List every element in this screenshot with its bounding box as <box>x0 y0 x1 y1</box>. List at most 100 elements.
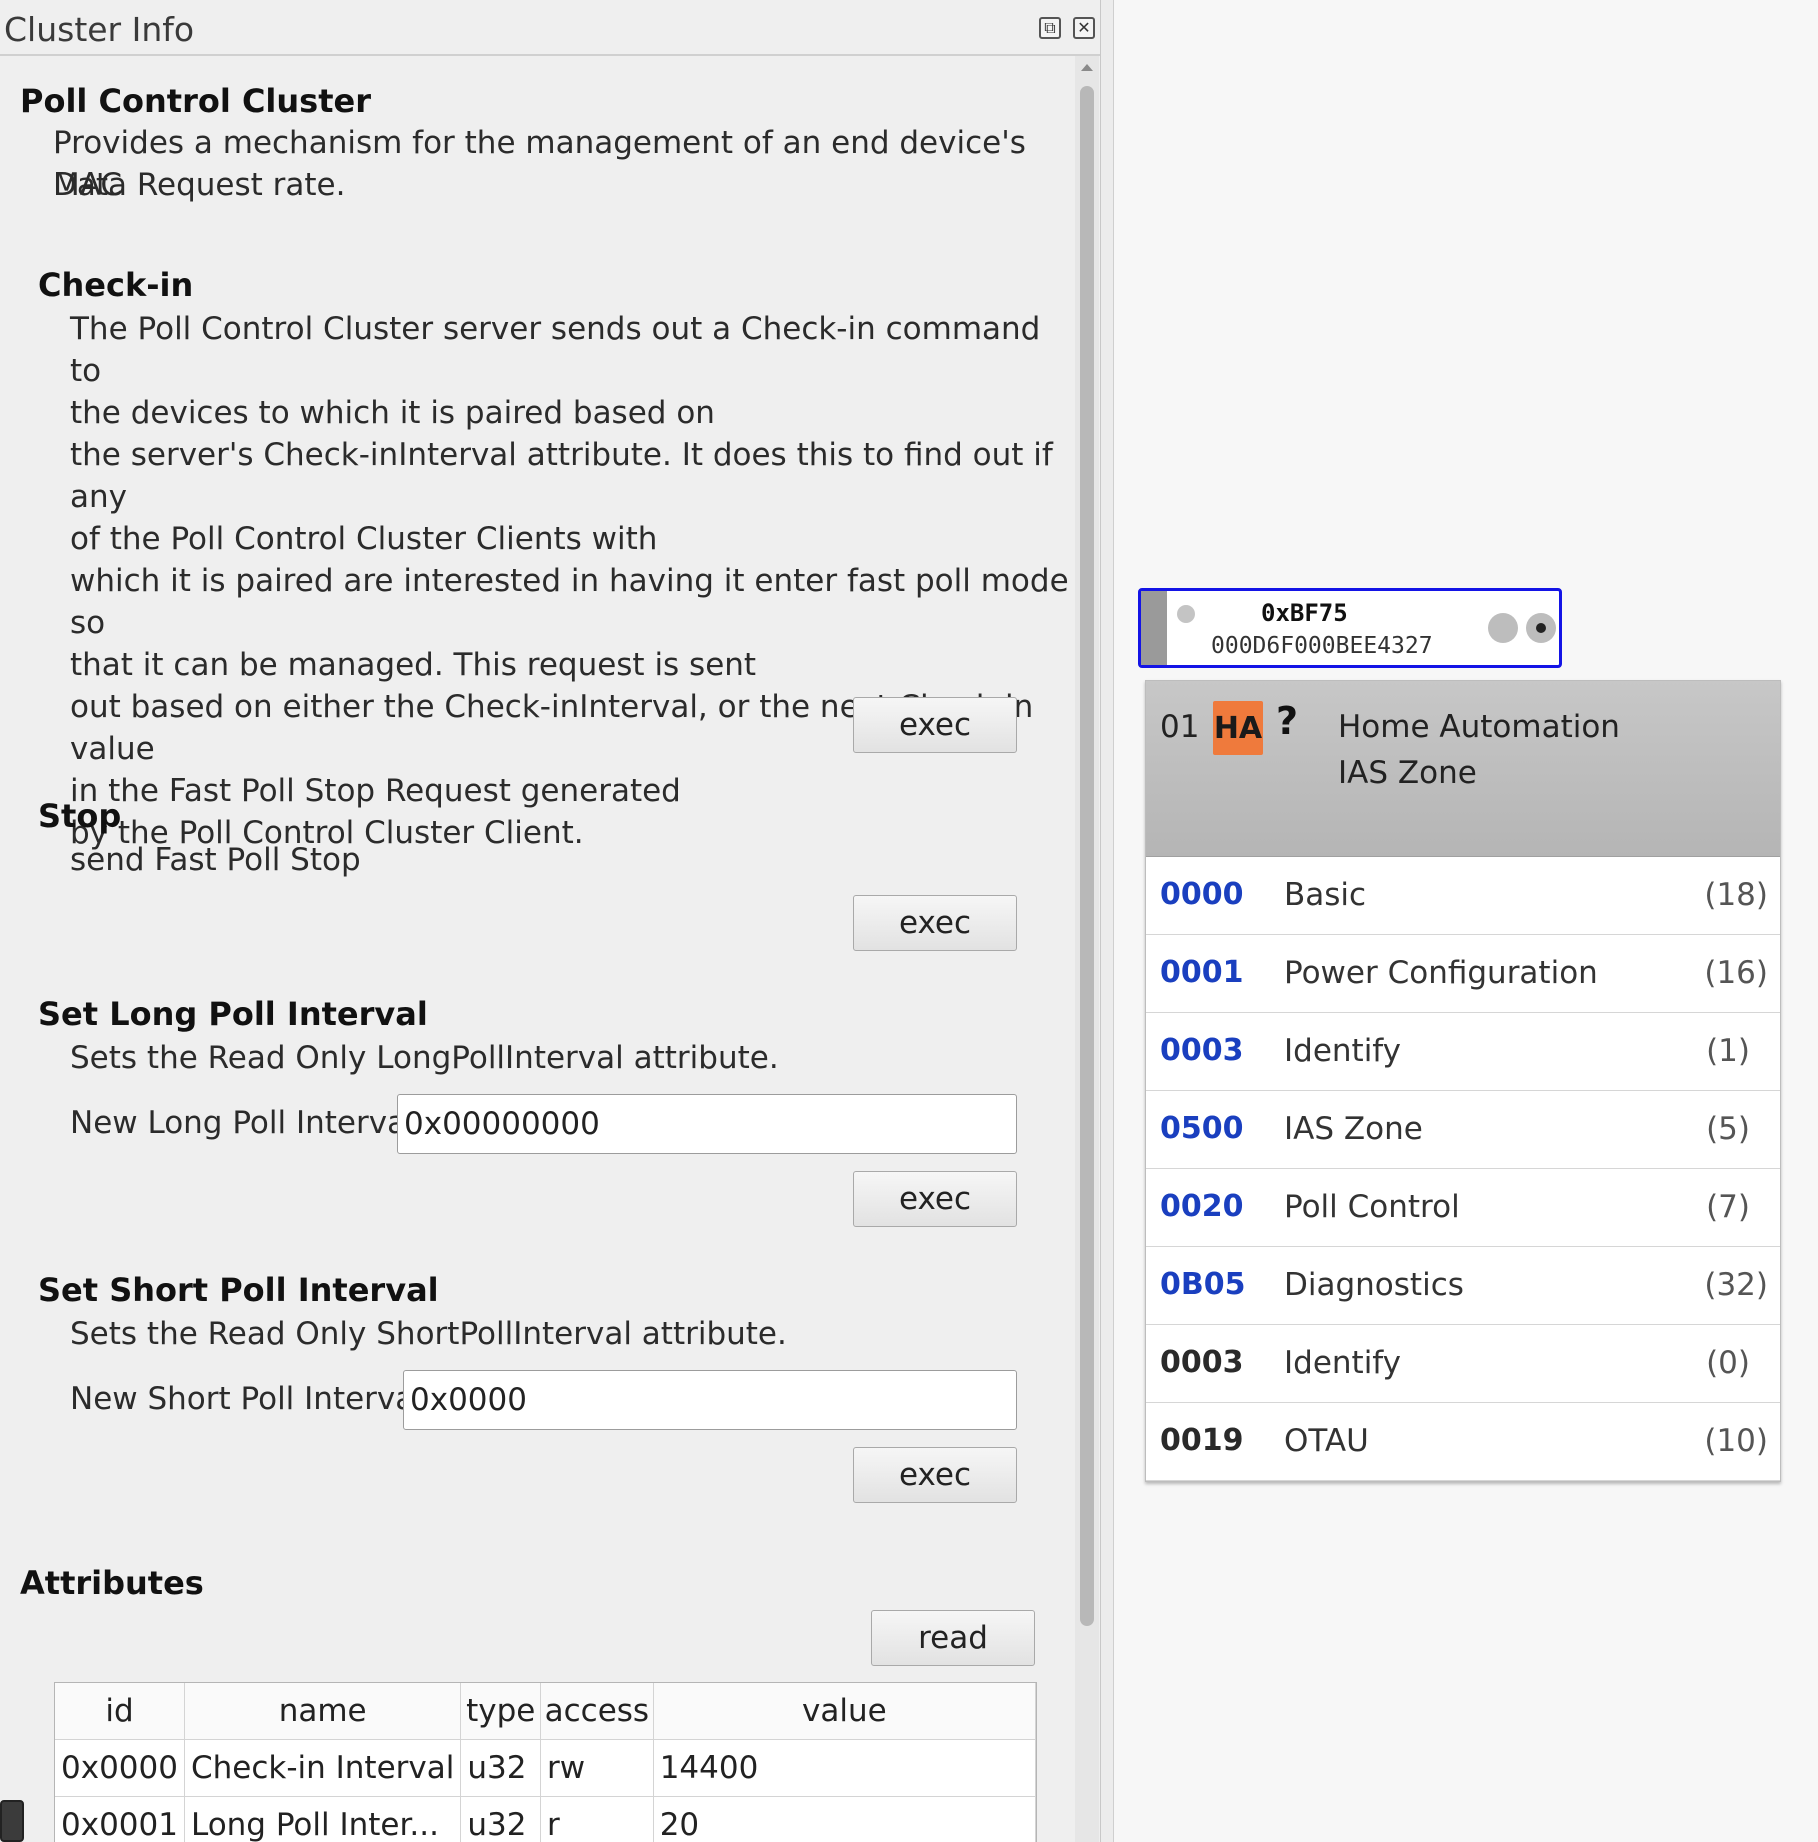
cell-access: r <box>540 1796 654 1842</box>
table-row[interactable]: 0x0000 Check-in Interval u32 rw 14400 <box>55 1739 1036 1797</box>
set-short-poll-exec-button[interactable]: exec <box>853 1447 1017 1503</box>
column-header-id[interactable]: id <box>55 1683 185 1740</box>
scroll-up-icon[interactable] <box>1081 64 1093 71</box>
endpoint-profile-name: Home Automation <box>1338 709 1620 745</box>
cluster-attribute-count: (7) <box>1706 1189 1750 1225</box>
ha-profile-icon: HA <box>1213 701 1263 755</box>
command-title-checkin: Check-in <box>38 266 194 304</box>
cluster-name: IAS Zone <box>1284 1111 1423 1147</box>
checkin-line: that it can be managed. This request is … <box>70 647 757 683</box>
cluster-attribute-count: (16) <box>1704 955 1768 991</box>
cluster-id: 0003 <box>1160 1345 1244 1380</box>
cell-value: 20 <box>653 1796 1036 1842</box>
checkin-exec-button[interactable]: exec <box>853 697 1017 753</box>
cell-name: Long Poll Inter... <box>184 1796 462 1842</box>
endpoint-number: 01 <box>1160 709 1200 745</box>
endpoint-device-name: IAS Zone <box>1338 755 1477 791</box>
cluster-name: Basic <box>1284 877 1367 913</box>
cluster-info-panel: Cluster Info ⧉ ✕ Poll Control Cluster Pr… <box>0 0 1101 1842</box>
cell-id: 0x0001 <box>55 1796 185 1842</box>
cluster-row-otau[interactable]: 0019 OTAU (10) <box>1146 1403 1780 1481</box>
cluster-name: Diagnostics <box>1284 1267 1464 1303</box>
cluster-row-ias-zone[interactable]: 0500 IAS Zone (5) <box>1146 1091 1780 1169</box>
stop-exec-button[interactable]: exec <box>853 895 1017 951</box>
cluster-attribute-count: (0) <box>1706 1345 1750 1381</box>
close-window-icon[interactable]: ✕ <box>1073 17 1095 39</box>
checkin-line: the devices to which it is paired based … <box>70 395 715 431</box>
cluster-row-basic[interactable]: 0000 Basic (18) <box>1146 857 1780 935</box>
cell-type: u32 <box>460 1739 542 1797</box>
set-long-poll-exec-button[interactable]: exec <box>853 1171 1017 1227</box>
unknown-device-icon: ? <box>1276 699 1299 743</box>
table-header-row: id name type access value <box>55 1683 1036 1740</box>
short-poll-interval-input[interactable] <box>403 1370 1017 1430</box>
column-header-value[interactable]: value <box>653 1683 1036 1740</box>
cell-id: 0x0000 <box>55 1739 185 1797</box>
taskbar-stub <box>0 1800 24 1842</box>
cluster-row-power-configuration[interactable]: 0001 Power Configuration (16) <box>1146 935 1780 1013</box>
cluster-attribute-count: (32) <box>1704 1267 1768 1303</box>
checkin-line: which it is paired are interested in hav… <box>70 563 1069 641</box>
cell-value: 14400 <box>653 1739 1036 1797</box>
cluster-attribute-count: (10) <box>1704 1423 1768 1459</box>
cluster-attribute-count: (1) <box>1706 1033 1750 1069</box>
cluster-id: 0001 <box>1160 955 1244 990</box>
long-poll-interval-label: New Long Poll Interval <box>70 1105 415 1141</box>
attributes-title: Attributes <box>20 1564 204 1602</box>
checkin-line: The Poll Control Cluster server sends ou… <box>70 311 1041 389</box>
command-description-set-long-poll: Sets the Read Only LongPollInterval attr… <box>70 1040 779 1076</box>
command-title-set-long-poll: Set Long Poll Interval <box>38 995 428 1033</box>
cluster-name: Poll Control <box>1284 1189 1460 1225</box>
cluster-info-content: Poll Control Cluster Provides a mechanis… <box>0 56 1075 1842</box>
cluster-row-identify-client[interactable]: 0003 Identify (0) <box>1146 1325 1780 1403</box>
node-graph-view[interactable]: 0xBF75 000D6F000BEE4327 01 HA ? Home Aut… <box>1113 0 1818 1842</box>
cluster-row-identify[interactable]: 0003 Identify (1) <box>1146 1013 1780 1091</box>
short-poll-interval-label: New Short Poll Interval <box>70 1381 423 1417</box>
command-description-stop: send Fast Poll Stop <box>70 842 361 878</box>
command-title-stop: Stop <box>38 797 122 835</box>
cluster-attribute-count: (18) <box>1704 877 1768 913</box>
cluster-description-line-2: Data Request rate. <box>53 167 346 203</box>
cluster-row-diagnostics[interactable]: 0B05 Diagnostics (32) <box>1146 1247 1780 1325</box>
node-socket-icon[interactable] <box>1488 613 1518 643</box>
column-header-name[interactable]: name <box>184 1683 462 1740</box>
attributes-table[interactable]: id name type access value 0x0000 Check-i… <box>54 1682 1037 1842</box>
cluster-name: Identify <box>1284 1345 1402 1381</box>
command-description-checkin: The Poll Control Cluster server sends ou… <box>70 308 1075 854</box>
panel-scroll-thumb[interactable] <box>1080 86 1094 1626</box>
cluster-id: 0019 <box>1160 1423 1244 1458</box>
cell-name: Check-in Interval <box>184 1739 462 1797</box>
node-network-address: 0xBF75 <box>1261 599 1348 627</box>
cluster-id: 0B05 <box>1160 1267 1246 1302</box>
cluster-title: Poll Control Cluster <box>20 82 371 120</box>
cluster-id: 0020 <box>1160 1189 1244 1224</box>
cluster-row-poll-control[interactable]: 0020 Poll Control (7) <box>1146 1169 1780 1247</box>
node-widget[interactable]: 0xBF75 000D6F000BEE4327 <box>1138 588 1562 668</box>
cluster-name: OTAU <box>1284 1423 1369 1459</box>
cell-type: u32 <box>460 1796 542 1842</box>
panel-scrollbar[interactable] <box>1075 56 1099 1842</box>
dock-title: Cluster Info <box>4 10 195 49</box>
column-header-access[interactable]: access <box>540 1683 654 1740</box>
node-socket-active-icon[interactable] <box>1526 613 1556 643</box>
endpoint-header[interactable]: 01 HA ? Home Automation IAS Zone <box>1146 681 1780 857</box>
cluster-id: 0003 <box>1160 1033 1244 1068</box>
checkin-line: of the Poll Control Cluster Clients with <box>70 521 658 557</box>
cluster-id: 0500 <box>1160 1111 1244 1146</box>
endpoint-panel: 01 HA ? Home Automation IAS Zone 0000 Ba… <box>1145 680 1781 1482</box>
checkin-line: the server's Check-inInterval attribute.… <box>70 437 1053 515</box>
node-extended-address: 000D6F000BEE4327 <box>1211 633 1433 659</box>
node-drag-handle[interactable] <box>1141 591 1167 665</box>
checkin-line: in the Fast Poll Stop Request generated <box>70 773 681 809</box>
command-title-set-short-poll: Set Short Poll Interval <box>38 1271 439 1309</box>
command-description-set-short-poll: Sets the Read Only ShortPollInterval att… <box>70 1316 787 1352</box>
node-status-icon <box>1177 605 1195 623</box>
cluster-attribute-count: (5) <box>1706 1111 1750 1147</box>
cluster-name: Power Configuration <box>1284 955 1598 991</box>
column-header-type[interactable]: type <box>460 1683 542 1740</box>
cluster-name: Identify <box>1284 1033 1402 1069</box>
read-attributes-button[interactable]: read <box>871 1610 1035 1666</box>
long-poll-interval-input[interactable] <box>397 1094 1017 1154</box>
table-row[interactable]: 0x0001 Long Poll Inter... u32 r 20 <box>55 1796 1036 1842</box>
float-window-icon[interactable]: ⧉ <box>1039 17 1061 39</box>
